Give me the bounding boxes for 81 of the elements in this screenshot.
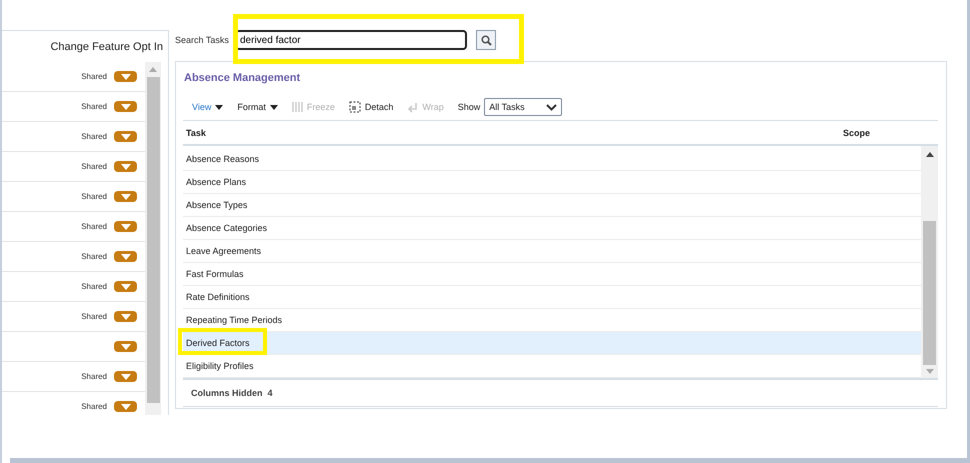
scrollbar[interactable] xyxy=(145,62,161,415)
table-row[interactable]: Rate Definitions xyxy=(183,286,921,309)
caret-icon xyxy=(120,194,130,200)
columns-icon xyxy=(292,101,303,113)
task-cell-text: Eligibility Profiles xyxy=(186,361,255,371)
caret-icon xyxy=(120,104,130,110)
menu-button[interactable]: Format xyxy=(237,102,278,112)
caret-icon xyxy=(120,134,130,140)
dropdown-button[interactable] xyxy=(114,251,137,262)
caret-icon xyxy=(215,104,224,110)
table-row[interactable]: Fast Formulas xyxy=(183,263,921,286)
scroll-down-icon[interactable] xyxy=(926,369,934,374)
task-cell-text: Fast Formulas xyxy=(186,269,245,279)
task-cell-text: Repeating Time Periods xyxy=(186,315,284,325)
shared-label: Shared xyxy=(81,192,107,201)
task-cell-text: Absence Plans xyxy=(186,177,248,187)
shared-label: Shared xyxy=(81,252,107,261)
table-row[interactable]: Absence Categories xyxy=(183,217,921,240)
caret-icon xyxy=(120,404,130,410)
task-cell-text: Absence Types xyxy=(186,200,248,210)
show-label: Show xyxy=(458,102,480,112)
search-field[interactable]: derived factor xyxy=(235,30,467,50)
scroll-up-icon[interactable] xyxy=(926,152,934,157)
shared-label: Shared xyxy=(81,102,107,111)
search-icon xyxy=(480,34,492,46)
caret-icon xyxy=(120,74,130,80)
scrollbar[interactable] xyxy=(921,146,938,378)
columns-hidden-label: Columns Hidden xyxy=(191,388,262,398)
caret-icon xyxy=(120,164,130,170)
column-header: Scope xyxy=(843,128,870,138)
dropdown-button[interactable] xyxy=(114,281,137,292)
wrap-icon xyxy=(407,102,418,112)
dropdown-button[interactable] xyxy=(114,221,137,232)
chevron-down-icon xyxy=(546,104,558,110)
dropdown-button[interactable] xyxy=(114,131,137,142)
dropdown-button[interactable] xyxy=(114,161,137,172)
caret-icon xyxy=(120,254,130,260)
scroll-thumb[interactable] xyxy=(923,221,936,365)
scroll-thumb[interactable] xyxy=(146,77,160,403)
task-cell-text: Rate Definitions xyxy=(186,292,251,302)
search-button[interactable] xyxy=(476,30,496,50)
shared-label: Shared xyxy=(81,402,107,411)
table-row[interactable]: Leave Agreements xyxy=(183,240,921,263)
table-row[interactable]: Derived Factors xyxy=(183,332,921,355)
detach-button[interactable]: Detach xyxy=(348,101,394,113)
caret-icon xyxy=(120,314,130,320)
table-row[interactable]: Absence Types xyxy=(183,194,921,217)
detach-icon xyxy=(348,101,361,113)
caret-icon xyxy=(120,374,130,380)
shared-label: Shared xyxy=(81,162,107,171)
column-header: Task xyxy=(186,128,207,138)
show-select[interactable]: All Tasks xyxy=(484,98,562,116)
dropdown-button[interactable] xyxy=(114,311,137,322)
columns-hidden-count: 4 xyxy=(268,388,273,398)
menu-button[interactable]: View xyxy=(192,102,224,112)
shared-label: Shared xyxy=(81,372,107,381)
caret-icon xyxy=(270,104,278,110)
dropdown-button[interactable] xyxy=(114,371,137,382)
dropdown-button[interactable] xyxy=(114,341,137,352)
table-row[interactable]: Eligibility Profiles xyxy=(183,355,921,378)
task-cell-text: Absence Categories xyxy=(186,223,268,233)
caret-icon xyxy=(120,344,130,350)
caret-icon xyxy=(120,224,130,230)
shared-label: Shared xyxy=(81,132,107,141)
dropdown-button[interactable] xyxy=(114,101,137,112)
dropdown-button[interactable] xyxy=(114,71,137,82)
table-row[interactable]: Absence Plans xyxy=(183,171,921,194)
shared-label: Shared xyxy=(81,72,107,81)
dropdown-button[interactable] xyxy=(114,191,137,202)
task-cell-text: Absence Reasons xyxy=(186,154,260,164)
task-cell-text: Leave Agreements xyxy=(186,246,262,256)
task-cell-text: Derived Factors xyxy=(186,338,251,348)
panel-title: Absence Management xyxy=(184,72,302,86)
table-row[interactable]: Absence Reasons xyxy=(183,148,921,171)
shared-label: Shared xyxy=(81,312,107,321)
column-header: Change Feature Opt In xyxy=(50,40,163,52)
shared-label: Shared xyxy=(81,222,107,231)
caret-icon xyxy=(120,284,130,290)
dropdown-button[interactable] xyxy=(114,401,137,412)
search-label: Search Tasks xyxy=(175,35,230,45)
shared-label: Shared xyxy=(81,282,107,291)
